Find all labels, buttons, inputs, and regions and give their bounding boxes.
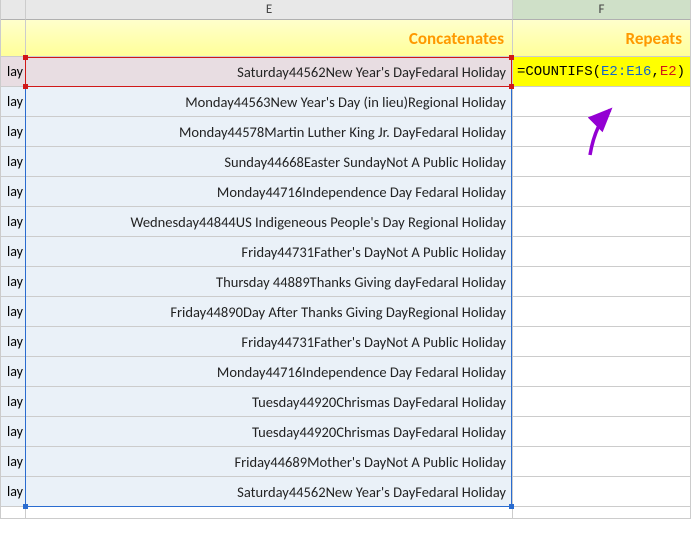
cell-concatenate[interactable]: Monday44578Martin Luther King Jr. DayFed… [26,117,513,147]
cell-d-truncated[interactable]: lay [1,417,26,447]
cell-concatenate[interactable]: Friday44890Day After Thanks Giving DayRe… [26,297,513,327]
cell-concatenate[interactable]: Wednesday44844US Indigeneous People's Da… [26,207,513,237]
cell-d-truncated[interactable]: lay [1,207,26,237]
cell-empty[interactable] [513,147,691,177]
cell-empty[interactable] [513,207,691,237]
formula-arg2: E2 [660,64,677,80]
cell-d-truncated[interactable]: lay [1,327,26,357]
header-concatenates[interactable]: Concatenates [26,20,513,57]
cell-concatenate[interactable]: Friday44731Father's DayNot A Public Holi… [26,327,513,357]
cell-concatenate[interactable]: Friday44689Mother's DayNot A Public Holi… [26,447,513,477]
cell-concatenate[interactable]: Tuesday44920Chrismas DayFedaral Holiday [26,387,513,417]
cell-empty[interactable] [26,507,513,519]
cell-d-truncated[interactable] [1,507,26,519]
cell-d-truncated[interactable]: lay [1,447,26,477]
cell-empty[interactable] [513,417,691,447]
cell-empty[interactable] [513,357,691,387]
formula-arg1: E2:E16 [601,64,651,80]
cell-empty[interactable] [513,507,691,519]
cell-d-truncated[interactable]: lay [1,117,26,147]
formula-comma: , [651,64,659,80]
cell-empty[interactable] [513,87,691,117]
cell-concatenate[interactable]: Monday44716Independence Day Fedaral Holi… [26,177,513,207]
cell-concatenate[interactable]: Saturday44562New Year's DayFedaral Holid… [26,477,513,507]
cell-concatenate[interactable]: Monday44563New Year's Day (in lieu)Regio… [26,87,513,117]
header-repeats[interactable]: Repeats [513,20,691,57]
cell-empty[interactable] [513,177,691,207]
cell-empty[interactable] [513,477,691,507]
cell-empty[interactable] [513,447,691,477]
cell-concatenate[interactable]: Tuesday44920Chrismas DayFedaral Holiday [26,417,513,447]
cell-d-truncated[interactable]: lay [1,267,26,297]
cell-concatenate[interactable]: Monday44716Independence Day Fedaral Holi… [26,357,513,387]
cell-d-truncated[interactable]: lay [1,297,26,327]
col-header-f[interactable]: F [513,0,691,20]
cell-empty[interactable] [513,387,691,417]
col-header-d[interactable] [1,0,26,20]
cell-empty[interactable] [513,117,691,147]
cell-d-truncated[interactable]: lay [1,237,26,267]
cell-d-truncated[interactable]: lay [1,147,26,177]
cell-concatenate[interactable]: Thursday 44889Thanks Giving dayFedaral H… [26,267,513,297]
formula-prefix: =COUNTIFS( [517,64,601,80]
cell-concatenate[interactable]: Saturday44562New Year's DayFedaral Holid… [26,57,513,87]
formula-suffix: ) [677,64,685,80]
cell-d-truncated[interactable]: lay [1,87,26,117]
header-d-truncated[interactable] [1,20,26,57]
cell-formula[interactable]: =COUNTIFS(E2:E16,E2) [513,57,691,87]
cell-d-truncated[interactable]: lay [1,387,26,417]
cell-d-truncated[interactable]: lay [1,177,26,207]
cell-empty[interactable] [513,267,691,297]
cell-d-truncated[interactable]: lay [1,57,26,87]
col-header-e[interactable]: E [26,0,513,20]
cell-d-truncated[interactable]: lay [1,477,26,507]
cell-concatenate[interactable]: Friday44731Father's DayNot A Public Holi… [26,237,513,267]
cell-d-truncated[interactable]: lay [1,357,26,387]
cell-empty[interactable] [513,297,691,327]
cell-empty[interactable] [513,237,691,267]
cell-concatenate[interactable]: Sunday44668Easter SundayNot A Public Hol… [26,147,513,177]
cell-empty[interactable] [513,327,691,357]
